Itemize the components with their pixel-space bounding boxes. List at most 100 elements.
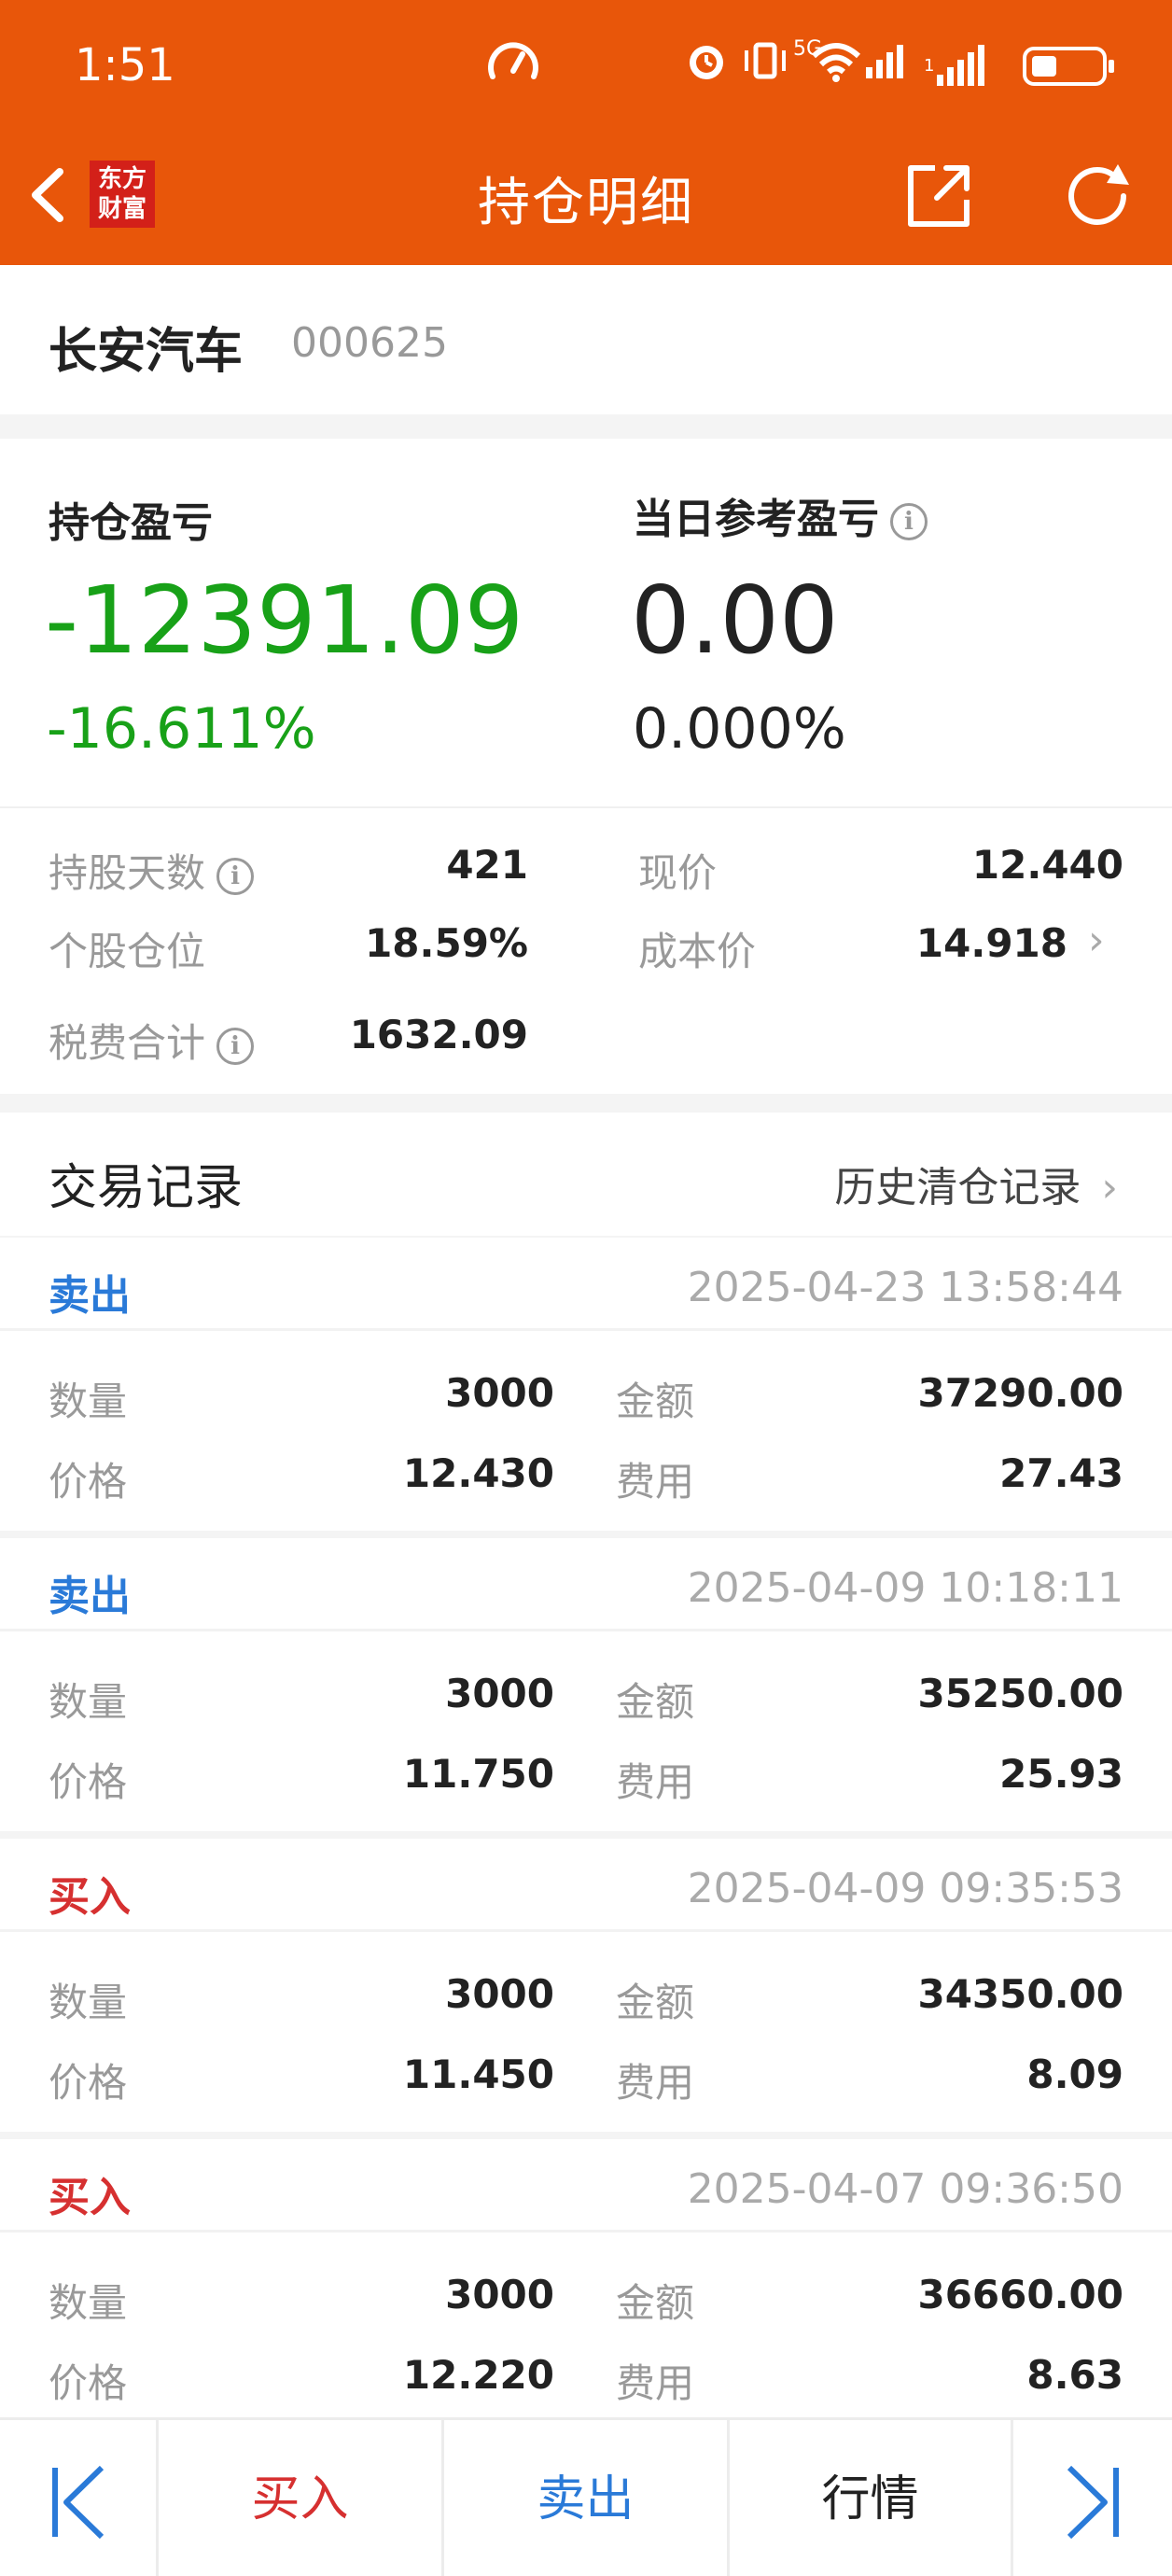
price-value: 11.450	[402, 2051, 554, 2097]
sell-button[interactable]: 卖出	[444, 2420, 730, 2576]
battery-icon	[1023, 47, 1114, 86]
price-label: 价格	[49, 1759, 128, 1805]
trade-record[interactable]: 买入 2025-04-09 09:35:53 数量 3000 金额 34350.…	[0, 1839, 1172, 2132]
trade-record[interactable]: 卖出 2025-04-09 10:18:11 数量 3000 金额 35250.…	[0, 1538, 1172, 1831]
fee-value: 27.43	[999, 1450, 1123, 1496]
fee-value: 8.63	[1026, 2352, 1123, 2398]
price-label: 价格	[49, 2360, 128, 2406]
holding-pl-value: -12391.09	[45, 566, 524, 675]
skip-first-icon	[51, 2465, 104, 2540]
info-icon[interactable]: i	[216, 857, 255, 895]
fee-label: 费用	[616, 2360, 695, 2406]
price-value: 11.750	[402, 1751, 554, 1797]
amount-label: 金额	[616, 2280, 695, 2326]
stock-name: 长安汽车	[49, 324, 244, 380]
history-clear-link[interactable]: 历史清仓记录 ›	[834, 1154, 1118, 1213]
trade-records-header: 交易记录 历史清仓记录 ›	[0, 1113, 1172, 1236]
info-icon[interactable]: i	[216, 1027, 255, 1065]
trade-type: 买入	[49, 2174, 131, 2221]
trade-record-header: 卖出 2025-04-09 10:18:11	[0, 1538, 1172, 1631]
share-button[interactable]	[903, 161, 974, 231]
nav-bar: 东方 财富 持仓明细	[0, 140, 1172, 252]
trade-record[interactable]: 卖出 2025-04-23 13:58:44 数量 3000 金额 37290.…	[0, 1238, 1172, 1531]
trade-records-title: 交易记录	[49, 1160, 244, 1216]
buy-button[interactable]: 买入	[159, 2420, 444, 2576]
holding-pl-label: 持仓盈亏	[49, 499, 213, 547]
stock-code: 000625	[291, 319, 448, 367]
fee-label: 费用	[616, 2060, 695, 2106]
holding-pl-percent: -16.611%	[47, 696, 316, 762]
price-label: 价格	[49, 2060, 128, 2106]
price-label: 价格	[49, 1459, 128, 1505]
holding-days-value: 421	[446, 842, 528, 888]
amount-label: 金额	[616, 1379, 695, 1424]
qty-label: 数量	[49, 2280, 128, 2326]
status-bar: 1:51 5G 1	[0, 0, 1172, 131]
fee-label: 费用	[616, 1759, 695, 1805]
fee-value: 8.09	[1026, 2051, 1123, 2097]
sim2-label: 1	[924, 56, 935, 76]
trade-record-header: 买入 2025-04-07 09:36:50	[0, 2139, 1172, 2233]
daily-pl-percent: 0.000%	[633, 696, 846, 762]
amount-value: 35250.00	[917, 1671, 1123, 1716]
fee-total-label: 税费合计	[49, 1020, 206, 1066]
amount-label: 金额	[616, 1980, 695, 2025]
skip-last-icon	[1067, 2465, 1119, 2540]
trade-record-header: 买入 2025-04-09 09:35:53	[0, 1839, 1172, 1932]
first-stock-button[interactable]	[0, 2420, 159, 2576]
daily-pl-label: 当日参考盈亏	[633, 496, 879, 543]
speed-icon	[485, 37, 541, 93]
bottom-action-bar: 买入 卖出 行情	[0, 2417, 1172, 2576]
position-ratio-label: 个股仓位	[49, 929, 206, 974]
history-clear-label[interactable]: 历史清仓记录	[834, 1164, 1081, 1211]
quote-button[interactable]: 行情	[730, 2420, 1013, 2576]
fee-label: 费用	[616, 1459, 695, 1505]
profit-loss-card: 持仓盈亏 当日参考盈亏 i -12391.09 0.00 -16.611% 0.0…	[0, 439, 1172, 1094]
amount-label: 金额	[616, 1679, 695, 1725]
position-ratio-value: 18.59%	[365, 920, 528, 966]
qty-value: 3000	[445, 2272, 554, 2317]
cost-price-label[interactable]: 成本价	[638, 920, 756, 977]
share-icon	[908, 165, 970, 227]
price-value: 12.430	[402, 1450, 554, 1496]
stock-info-card: 长安汽车 000625	[0, 265, 1172, 414]
chevron-right-icon[interactable]: ›	[1088, 917, 1105, 964]
last-stock-button[interactable]	[1013, 2420, 1172, 2576]
cost-price-value[interactable]: 14.918	[840, 920, 1067, 966]
daily-pl-value: 0.00	[631, 566, 839, 675]
trade-time: 2025-04-09 10:18:11	[687, 1564, 1123, 1612]
fee-total-value: 1632.09	[349, 1012, 528, 1057]
qty-value: 3000	[445, 1370, 554, 1416]
amount-value: 36660.00	[917, 2272, 1123, 2317]
holding-days-label: 持股天数	[49, 850, 206, 896]
alarm-icon	[683, 37, 730, 93]
holding-days-row: 持股天数 i	[49, 842, 255, 899]
trade-type: 买入	[49, 1873, 131, 1921]
qty-label: 数量	[49, 1679, 128, 1725]
status-time: 1:51	[75, 39, 175, 91]
chevron-right-icon[interactable]: ›	[1101, 1164, 1118, 1211]
price-value: 12.220	[402, 2352, 554, 2398]
amount-value: 34350.00	[917, 1971, 1123, 2017]
divider	[0, 806, 1172, 808]
current-price-value: 12.440	[971, 842, 1123, 888]
trade-type: 卖出	[49, 1272, 131, 1320]
refresh-button[interactable]	[1062, 161, 1137, 231]
current-price-label: 现价	[638, 850, 718, 896]
page-title: 持仓明细	[478, 173, 694, 233]
trade-time: 2025-04-09 09:35:53	[687, 1865, 1123, 1912]
info-icon[interactable]: i	[890, 503, 928, 540]
trade-record-header: 卖出 2025-04-23 13:58:44	[0, 1238, 1172, 1331]
fee-value: 25.93	[999, 1751, 1123, 1797]
signal-2-icon	[937, 45, 988, 86]
signal-icon	[866, 45, 907, 78]
trade-time: 2025-04-07 09:36:50	[687, 2165, 1123, 2213]
daily-pl-header: 当日参考盈亏 i	[633, 485, 928, 545]
trade-type: 卖出	[49, 1573, 131, 1620]
qty-label: 数量	[49, 1980, 128, 2025]
wifi-icon	[808, 37, 864, 93]
fee-total-row: 税费合计 i	[49, 1012, 255, 1069]
qty-label: 数量	[49, 1379, 128, 1424]
trade-record[interactable]: 买入 2025-04-07 09:36:50 数量 3000 金额 36660.…	[0, 2139, 1172, 2417]
qty-value: 3000	[445, 1971, 554, 2017]
